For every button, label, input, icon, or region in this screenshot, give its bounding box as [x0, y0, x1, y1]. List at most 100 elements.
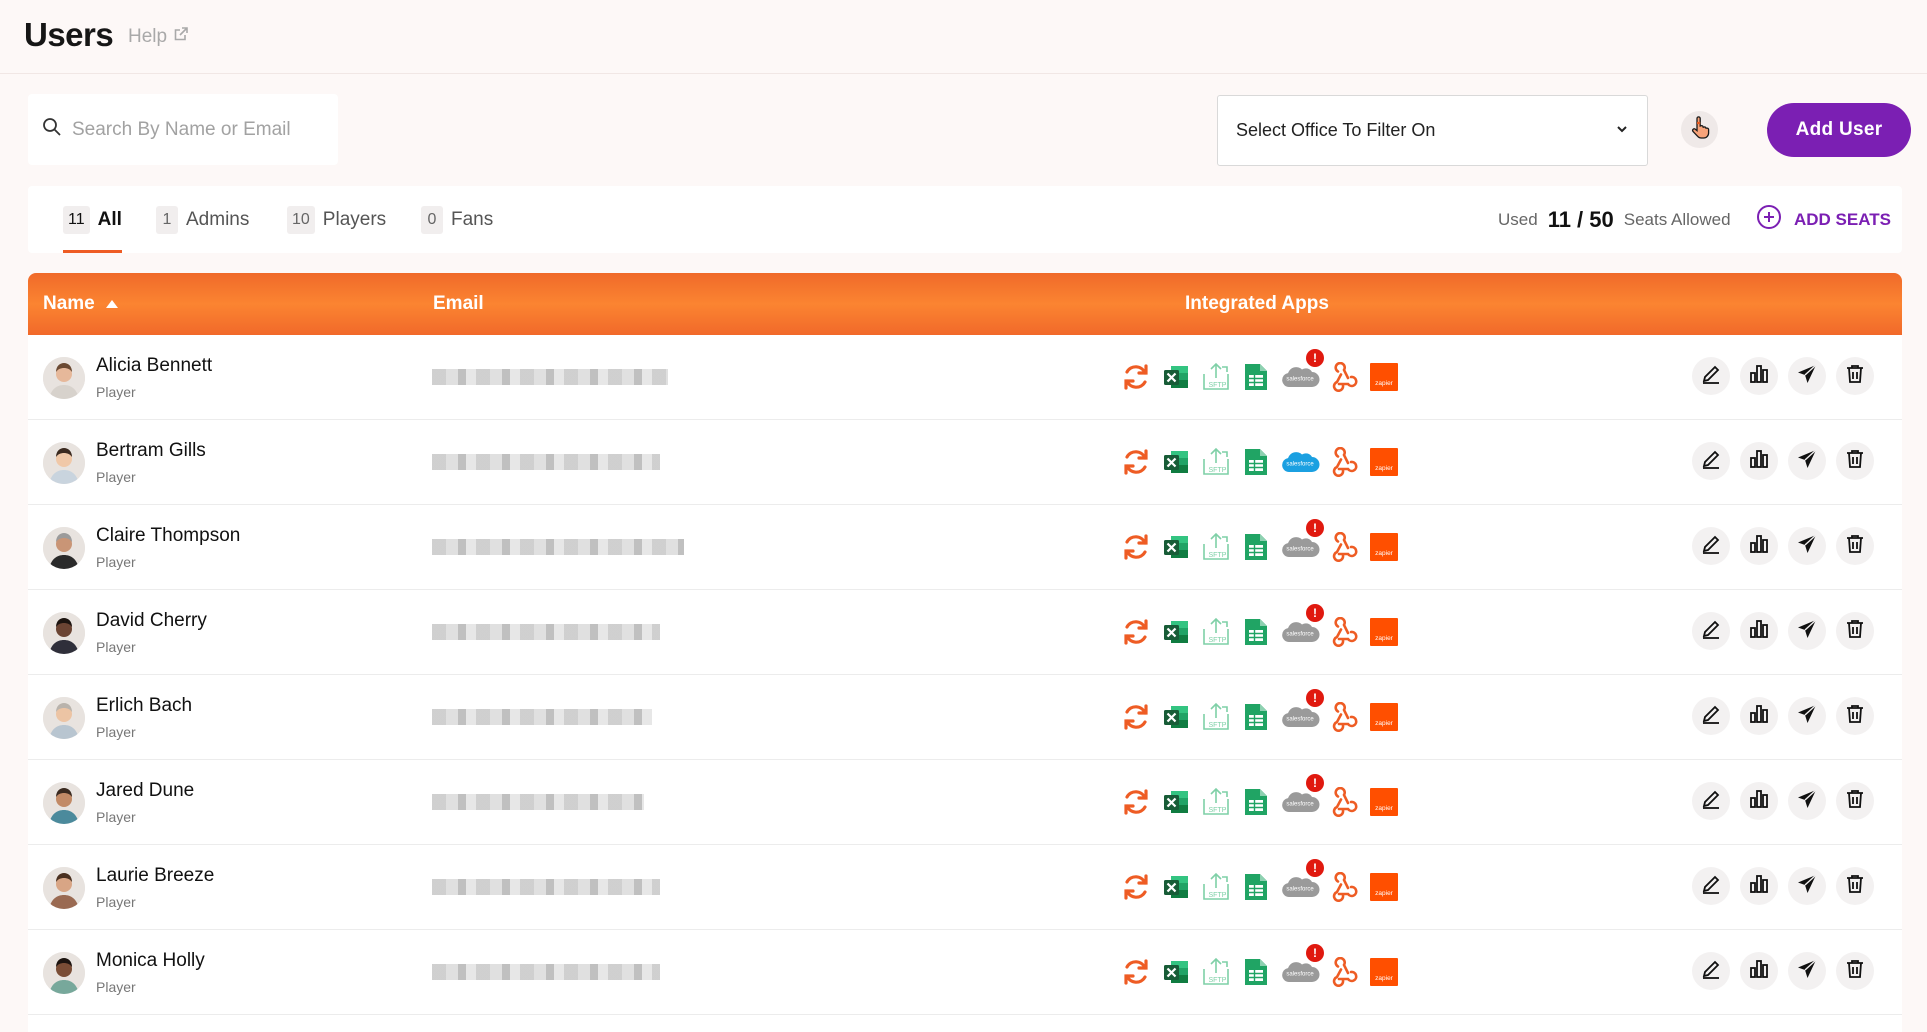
edit-button[interactable]: [1692, 867, 1730, 905]
salesforce-icon[interactable]: salesforce !: [1280, 604, 1324, 648]
sync-icon[interactable]: [1120, 956, 1152, 988]
add-user-button[interactable]: Add User: [1767, 103, 1911, 157]
send-button[interactable]: [1788, 867, 1826, 905]
excel-icon[interactable]: [1160, 871, 1192, 903]
salesforce-icon[interactable]: salesforce !: [1280, 944, 1324, 988]
google-sheets-icon[interactable]: [1240, 531, 1272, 563]
help-link[interactable]: Help: [128, 26, 189, 48]
delete-button[interactable]: [1836, 782, 1874, 820]
google-sheets-icon[interactable]: [1240, 616, 1272, 648]
send-button[interactable]: [1788, 442, 1826, 480]
webhook-icon[interactable]: [1328, 956, 1360, 988]
table-row[interactable]: Erlich Bach Player SFTP salesforce ! zap…: [28, 675, 1902, 760]
edit-button[interactable]: [1692, 527, 1730, 565]
delete-button[interactable]: [1836, 612, 1874, 650]
google-sheets-icon[interactable]: [1240, 361, 1272, 393]
edit-button[interactable]: [1692, 357, 1730, 395]
zapier-icon[interactable]: zapier: [1368, 956, 1400, 988]
tab-all[interactable]: 11 All: [63, 186, 122, 253]
table-row[interactable]: Monica Holly Player SFTP salesforce ! za…: [28, 930, 1902, 1015]
stats-button[interactable]: [1740, 782, 1778, 820]
sftp-icon[interactable]: SFTP: [1200, 701, 1232, 733]
salesforce-icon[interactable]: salesforce !: [1280, 859, 1324, 903]
excel-icon[interactable]: [1160, 531, 1192, 563]
delete-button[interactable]: [1836, 442, 1874, 480]
google-sheets-icon[interactable]: [1240, 701, 1272, 733]
salesforce-icon[interactable]: salesforce !: [1280, 349, 1324, 393]
zapier-icon[interactable]: zapier: [1368, 701, 1400, 733]
tab-players[interactable]: 10 Players: [287, 186, 386, 253]
webhook-icon[interactable]: [1328, 446, 1360, 478]
sync-icon[interactable]: [1120, 786, 1152, 818]
table-row[interactable]: David Cherry Player SFTP salesforce ! za…: [28, 590, 1902, 675]
salesforce-icon[interactable]: salesforce: [1280, 446, 1320, 478]
edit-button[interactable]: [1692, 952, 1730, 990]
user-name[interactable]: Monica Holly: [96, 950, 205, 972]
sftp-icon[interactable]: SFTP: [1200, 446, 1232, 478]
zapier-icon[interactable]: zapier: [1368, 531, 1400, 563]
salesforce-icon[interactable]: salesforce !: [1280, 774, 1324, 818]
tab-admins[interactable]: 1 Admins: [156, 186, 249, 253]
zapier-icon[interactable]: zapier: [1368, 786, 1400, 818]
stats-button[interactable]: [1740, 697, 1778, 735]
webhook-icon[interactable]: [1328, 616, 1360, 648]
edit-button[interactable]: [1692, 442, 1730, 480]
user-name[interactable]: Alicia Bennett: [96, 355, 212, 377]
user-name[interactable]: Erlich Bach: [96, 695, 192, 717]
tab-fans[interactable]: 0 Fans: [421, 186, 493, 253]
delete-button[interactable]: [1836, 697, 1874, 735]
delete-button[interactable]: [1836, 952, 1874, 990]
webhook-icon[interactable]: [1328, 361, 1360, 393]
sync-icon[interactable]: [1120, 871, 1152, 903]
delete-button[interactable]: [1836, 867, 1874, 905]
sftp-icon[interactable]: SFTP: [1200, 871, 1232, 903]
table-row[interactable]: Bertram Gills Player SFTP salesforce zap…: [28, 420, 1902, 505]
sync-icon[interactable]: [1120, 531, 1152, 563]
google-sheets-icon[interactable]: [1240, 446, 1272, 478]
edit-button[interactable]: [1692, 782, 1730, 820]
table-row[interactable]: Laurie Breeze Player SFTP salesforce ! z…: [28, 845, 1902, 930]
webhook-icon[interactable]: [1328, 531, 1360, 563]
zapier-icon[interactable]: zapier: [1368, 616, 1400, 648]
sftp-icon[interactable]: SFTP: [1200, 786, 1232, 818]
stats-button[interactable]: [1740, 867, 1778, 905]
edit-button[interactable]: [1692, 697, 1730, 735]
office-filter-select[interactable]: Select Office To Filter On: [1217, 95, 1648, 166]
pointer-button[interactable]: [1681, 111, 1718, 148]
sftp-icon[interactable]: SFTP: [1200, 616, 1232, 648]
sftp-icon[interactable]: SFTP: [1200, 361, 1232, 393]
delete-button[interactable]: [1836, 357, 1874, 395]
delete-button[interactable]: [1836, 527, 1874, 565]
sftp-icon[interactable]: SFTP: [1200, 956, 1232, 988]
excel-icon[interactable]: [1160, 786, 1192, 818]
column-header-name[interactable]: Name: [43, 273, 119, 335]
stats-button[interactable]: [1740, 952, 1778, 990]
google-sheets-icon[interactable]: [1240, 871, 1272, 903]
user-name[interactable]: Claire Thompson: [96, 525, 240, 547]
sync-icon[interactable]: [1120, 701, 1152, 733]
send-button[interactable]: [1788, 357, 1826, 395]
send-button[interactable]: [1788, 697, 1826, 735]
edit-button[interactable]: [1692, 612, 1730, 650]
stats-button[interactable]: [1740, 527, 1778, 565]
stats-button[interactable]: [1740, 612, 1778, 650]
sync-icon[interactable]: [1120, 446, 1152, 478]
table-row[interactable]: Jared Dune Player SFTP salesforce ! zapi…: [28, 760, 1902, 845]
excel-icon[interactable]: [1160, 701, 1192, 733]
stats-button[interactable]: [1740, 442, 1778, 480]
search-input[interactable]: [72, 118, 322, 141]
table-row[interactable]: Alicia Bennett Player SFTP salesforce !: [28, 335, 1902, 420]
send-button[interactable]: [1788, 527, 1826, 565]
send-button[interactable]: [1788, 612, 1826, 650]
salesforce-icon[interactable]: salesforce !: [1280, 519, 1324, 563]
search-box[interactable]: [28, 94, 338, 165]
salesforce-icon[interactable]: salesforce !: [1280, 689, 1324, 733]
user-name[interactable]: Bertram Gills: [96, 440, 206, 462]
table-row[interactable]: Claire Thompson Player SFTP salesforce !: [28, 505, 1902, 590]
sftp-icon[interactable]: SFTP: [1200, 531, 1232, 563]
send-button[interactable]: [1788, 952, 1826, 990]
excel-icon[interactable]: [1160, 616, 1192, 648]
webhook-icon[interactable]: [1328, 871, 1360, 903]
stats-button[interactable]: [1740, 357, 1778, 395]
user-name[interactable]: David Cherry: [96, 610, 207, 632]
